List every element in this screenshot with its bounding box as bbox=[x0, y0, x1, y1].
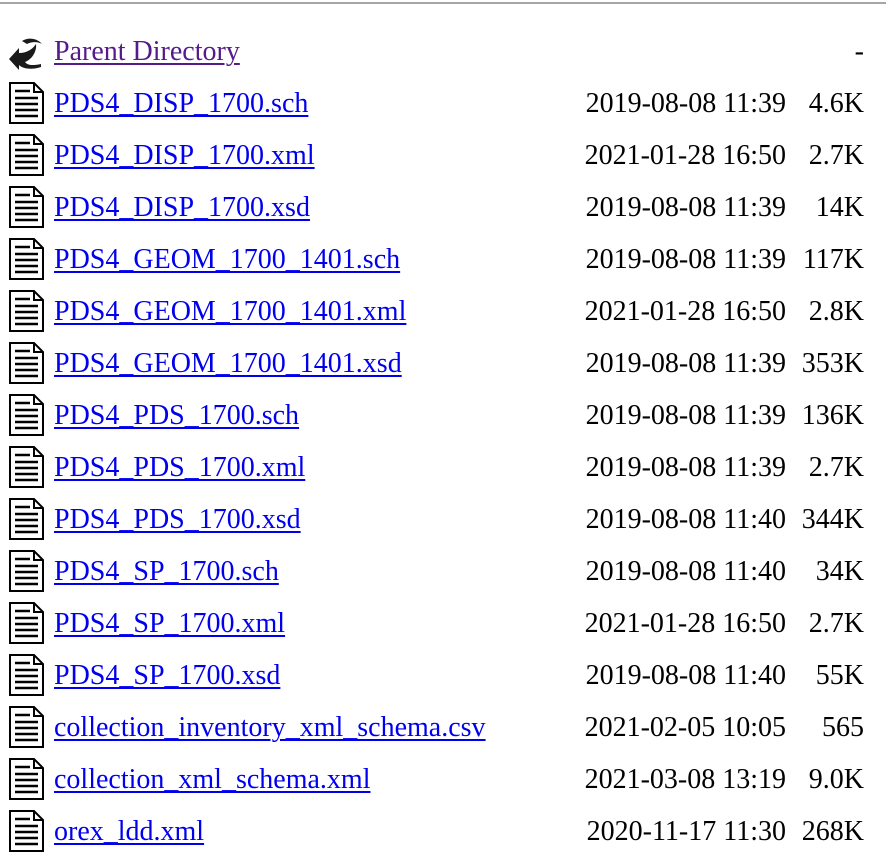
file-row: PDS4_SP_1700.xml 2021-01-28 16:50 2.7K bbox=[0, 598, 886, 650]
file-link[interactable]: PDS4_GEOM_1700_1401.xsd bbox=[54, 347, 402, 381]
file-link[interactable]: PDS4_SP_1700.sch bbox=[54, 555, 279, 589]
file-link[interactable]: PDS4_SP_1700.xml bbox=[54, 607, 285, 641]
file-size: 353K bbox=[801, 348, 864, 379]
text-file-icon[interactable] bbox=[6, 81, 46, 125]
text-file-icon[interactable] bbox=[6, 601, 46, 645]
top-divider bbox=[0, 2, 886, 4]
file-size: 2.7K bbox=[808, 608, 864, 639]
file-size: 4.6K bbox=[808, 88, 864, 119]
text-file-icon[interactable] bbox=[6, 289, 46, 333]
text-file-icon[interactable] bbox=[6, 705, 46, 749]
file-row: PDS4_SP_1700.sch 2019-08-08 11:40 34K bbox=[0, 546, 886, 598]
file-link[interactable]: PDS4_DISP_1700.xsd bbox=[54, 191, 310, 225]
file-row: PDS4_GEOM_1700_1401.xml 2021-01-28 16:50 2… bbox=[0, 286, 886, 338]
file-row: collection_inventory_xml_schema.csv 2021-… bbox=[0, 702, 886, 754]
file-size: 136K bbox=[801, 400, 864, 431]
modified-date: 2019-08-08 11:39 bbox=[585, 452, 786, 483]
file-link[interactable]: orex_ldd.xml bbox=[54, 815, 204, 849]
text-file-icon[interactable] bbox=[6, 185, 46, 229]
modified-date: 2021-01-28 16:50 bbox=[584, 296, 786, 327]
text-file-icon[interactable] bbox=[6, 237, 46, 281]
file-link[interactable]: PDS4_PDS_1700.xml bbox=[54, 451, 305, 485]
file-link[interactable]: PDS4_PDS_1700.xsd bbox=[54, 503, 301, 537]
file-size: 9.0K bbox=[808, 764, 864, 795]
file-size: 268K bbox=[801, 816, 864, 847]
modified-date: 2021-03-08 13:19 bbox=[584, 764, 786, 795]
modified-date: 2019-08-08 11:40 bbox=[585, 556, 786, 587]
file-row: PDS4_DISP_1700.sch 2019-08-08 11:39 4.6K bbox=[0, 78, 886, 130]
file-link[interactable]: collection_inventory_xml_schema.csv bbox=[54, 711, 486, 745]
file-listing: Parent Directory - PDS4_DISP_1700.sch 201… bbox=[0, 26, 886, 858]
file-size: 14K bbox=[815, 192, 864, 223]
text-file-icon[interactable] bbox=[6, 133, 46, 177]
file-row: PDS4_DISP_1700.xsd 2019-08-08 11:39 14K bbox=[0, 182, 886, 234]
file-row: orex_ldd.xml 2020-11-17 11:30 268K bbox=[0, 806, 886, 858]
modified-date: 2019-08-08 11:40 bbox=[585, 504, 786, 535]
file-size: 117K bbox=[802, 244, 864, 275]
file-row: PDS4_DISP_1700.xml 2021-01-28 16:50 2.7K bbox=[0, 130, 886, 182]
modified-date: 2019-08-08 11:39 bbox=[585, 88, 786, 119]
file-row: PDS4_PDS_1700.xsd 2019-08-08 11:40 344K bbox=[0, 494, 886, 546]
parent-directory-link[interactable]: Parent Directory bbox=[54, 35, 240, 69]
text-file-icon[interactable] bbox=[6, 549, 46, 593]
modified-date: 2019-08-08 11:40 bbox=[585, 660, 786, 691]
text-file-icon[interactable] bbox=[6, 445, 46, 489]
modified-date: 2019-08-08 11:39 bbox=[585, 348, 786, 379]
modified-date: 2021-01-28 16:50 bbox=[584, 140, 786, 171]
modified-date: 2021-02-05 10:05 bbox=[584, 712, 786, 743]
file-link[interactable]: PDS4_GEOM_1700_1401.sch bbox=[54, 243, 400, 277]
file-row: PDS4_PDS_1700.xml 2019-08-08 11:39 2.7K bbox=[0, 442, 886, 494]
file-size: 2.8K bbox=[808, 296, 864, 327]
modified-date: 2021-01-28 16:50 bbox=[584, 608, 786, 639]
file-row: PDS4_SP_1700.xsd 2019-08-08 11:40 55K bbox=[0, 650, 886, 702]
parent-directory-row: Parent Directory - bbox=[0, 26, 886, 78]
modified-date: 2019-08-08 11:39 bbox=[585, 400, 786, 431]
file-link[interactable]: PDS4_DISP_1700.xml bbox=[54, 139, 315, 173]
file-size: 344K bbox=[801, 504, 864, 535]
text-file-icon[interactable] bbox=[6, 653, 46, 697]
file-row: PDS4_PDS_1700.sch 2019-08-08 11:39 136K bbox=[0, 390, 886, 442]
file-size: 34K bbox=[815, 556, 864, 587]
file-link[interactable]: PDS4_GEOM_1700_1401.xml bbox=[54, 295, 406, 329]
file-size: - bbox=[854, 36, 864, 67]
text-file-icon[interactable] bbox=[6, 757, 46, 801]
file-link[interactable]: collection_xml_schema.xml bbox=[54, 763, 370, 797]
file-size: 2.7K bbox=[808, 140, 864, 171]
file-link[interactable]: PDS4_DISP_1700.sch bbox=[54, 87, 308, 121]
modified-date: 2019-08-08 11:39 bbox=[585, 192, 786, 223]
text-file-icon[interactable] bbox=[6, 341, 46, 385]
file-link[interactable]: PDS4_SP_1700.xsd bbox=[54, 659, 280, 693]
modified-date: 2019-08-08 11:39 bbox=[585, 244, 786, 275]
text-file-icon[interactable] bbox=[6, 497, 46, 541]
file-size: 2.7K bbox=[808, 452, 864, 483]
text-file-icon[interactable] bbox=[6, 809, 46, 853]
text-file-icon[interactable] bbox=[6, 393, 46, 437]
back-arrow-icon[interactable] bbox=[6, 29, 46, 73]
file-row: PDS4_GEOM_1700_1401.xsd 2019-08-08 11:39 3… bbox=[0, 338, 886, 390]
modified-date: 2020-11-17 11:30 bbox=[586, 816, 786, 847]
file-link[interactable]: PDS4_PDS_1700.sch bbox=[54, 399, 299, 433]
file-size: 565 bbox=[822, 712, 864, 743]
file-size: 55K bbox=[815, 660, 864, 691]
file-row: PDS4_GEOM_1700_1401.sch 2019-08-08 11:39 1… bbox=[0, 234, 886, 286]
file-row: collection_xml_schema.xml 2021-03-08 13:1… bbox=[0, 754, 886, 806]
